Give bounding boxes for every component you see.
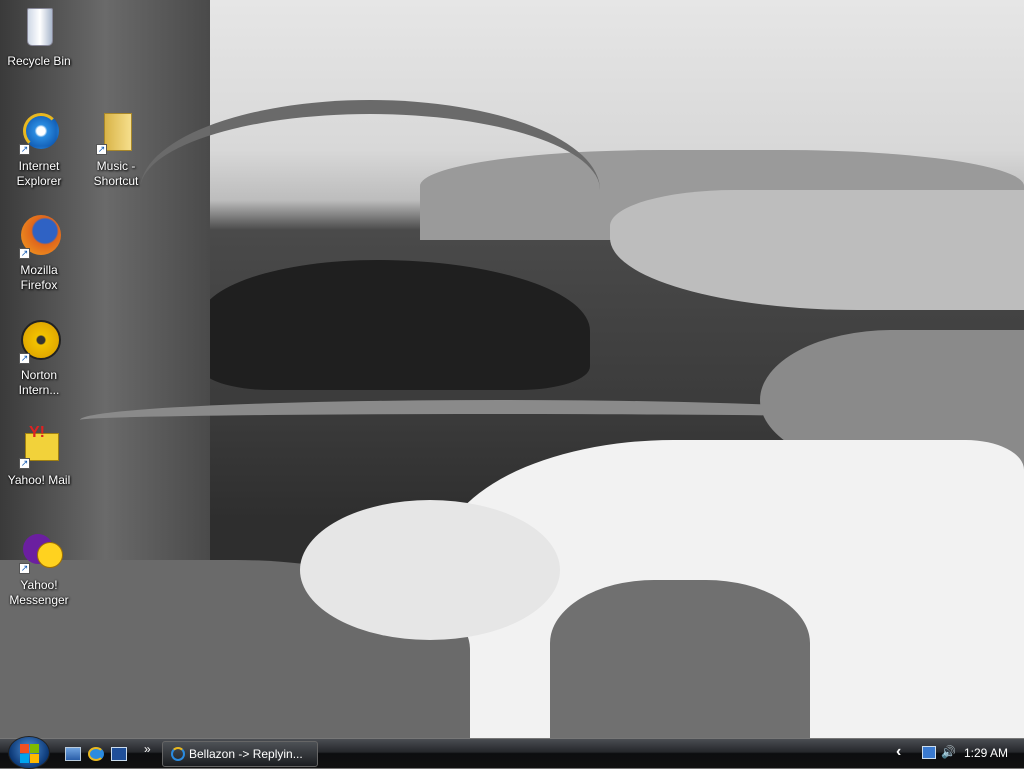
show-desktop-icon[interactable] [65, 747, 81, 761]
desktop-icon-yahoo-messenger[interactable]: ↗ Yahoo! Messenger [1, 528, 77, 608]
clock[interactable]: 1:29 AM [964, 746, 1008, 760]
tray-expand-button[interactable]: ‹ [896, 743, 901, 761]
yahoo-mail-icon: Y! ↗ [15, 423, 63, 471]
desktop-icon-norton[interactable]: ↗ Norton Intern... [1, 318, 77, 398]
switch-windows-icon[interactable] [111, 747, 127, 761]
volume-icon[interactable]: 🔊 [941, 745, 956, 759]
yahoo-messenger-icon: ↗ [15, 528, 63, 576]
internet-explorer-quicklaunch-icon[interactable] [88, 747, 104, 761]
taskbar-button-browser[interactable]: Bellazon -> Replyin... [162, 741, 318, 767]
icon-label: Internet Explorer [16, 159, 62, 188]
desktop-icon-recycle-bin[interactable]: Recycle Bin [1, 4, 77, 69]
start-button[interactable] [8, 736, 50, 769]
taskbar: » Bellazon -> Replyin... ‹ 🔊 1:29 AM [0, 736, 1024, 769]
desktop-icon-firefox[interactable]: ↗ Mozilla Firefox [1, 213, 77, 293]
desktop-icon-internet-explorer[interactable]: ↗ Internet Explorer [1, 109, 77, 189]
desktop-icon-music-shortcut[interactable]: ↗ Music - Shortcut [78, 109, 154, 189]
desktop-icon-yahoo-mail[interactable]: Y! ↗ Yahoo! Mail [1, 423, 77, 488]
norton-icon: ↗ [15, 318, 63, 366]
network-icon[interactable] [922, 746, 936, 759]
icon-label: Yahoo! Messenger [9, 578, 69, 607]
icon-label: Mozilla Firefox [20, 263, 58, 292]
recycle-bin-icon [15, 4, 63, 52]
internet-explorer-icon: ↗ [15, 109, 63, 157]
firefox-icon: ↗ [15, 213, 63, 261]
taskbar-button-label: Bellazon -> Replyin... [189, 747, 303, 761]
icon-label: Norton Intern... [18, 368, 60, 397]
quicklaunch-chevron[interactable]: » [144, 742, 151, 756]
folder-icon: ↗ [92, 109, 140, 157]
icon-label: Recycle Bin [7, 54, 71, 68]
internet-explorer-icon [171, 747, 185, 761]
icon-label: Music - Shortcut [93, 159, 139, 188]
icon-label: Yahoo! Mail [7, 473, 71, 487]
